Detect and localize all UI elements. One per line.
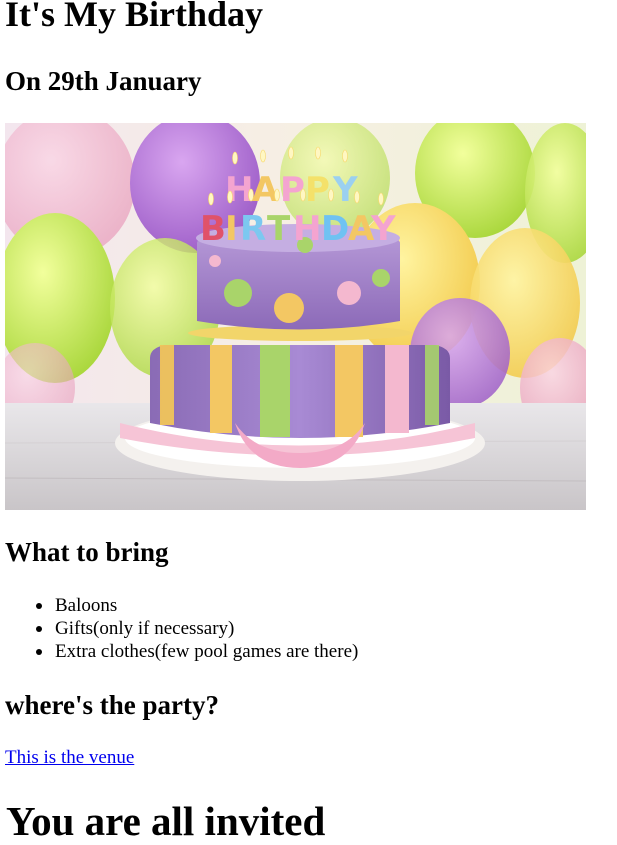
svg-text:Y: Y [370,209,396,249]
svg-text:B: B [200,209,226,249]
svg-text:I: I [225,209,238,249]
svg-text:R: R [240,209,266,249]
list-item: Extra clothes(few pool games are there) [5,640,358,663]
list-item-label: Baloons [55,595,118,616]
what-to-bring-heading: What to bring [5,537,169,567]
birthday-date: On 29th January [5,66,202,96]
list-item-label: Gifts(only if necessary) [55,618,235,639]
svg-text:T: T [267,209,291,249]
bring-list: Baloons Gifts(only if necessary) Extra c… [5,594,358,663]
venue-link[interactable]: This is the venue [5,746,134,770]
birthday-cake-image: H A P P Y B I R T H D A Y [5,123,586,510]
list-item: Gifts(only if necessary) [5,617,358,640]
page-title: It's My Birthday [5,0,264,34]
svg-text:H: H [293,209,321,249]
svg-text:P: P [305,170,330,210]
bullet-icon [36,626,42,632]
svg-text:Y: Y [332,170,358,210]
invitation-footer: You are all invited [6,798,326,844]
bullet-icon [36,603,42,609]
list-item: Baloons [5,594,358,617]
list-item-label: Extra clothes(few pool games are there) [55,641,359,662]
party-location-heading: where's the party? [5,690,219,720]
svg-text:A: A [252,170,279,210]
svg-text:D: D [321,209,349,249]
bullet-icon [36,649,42,655]
